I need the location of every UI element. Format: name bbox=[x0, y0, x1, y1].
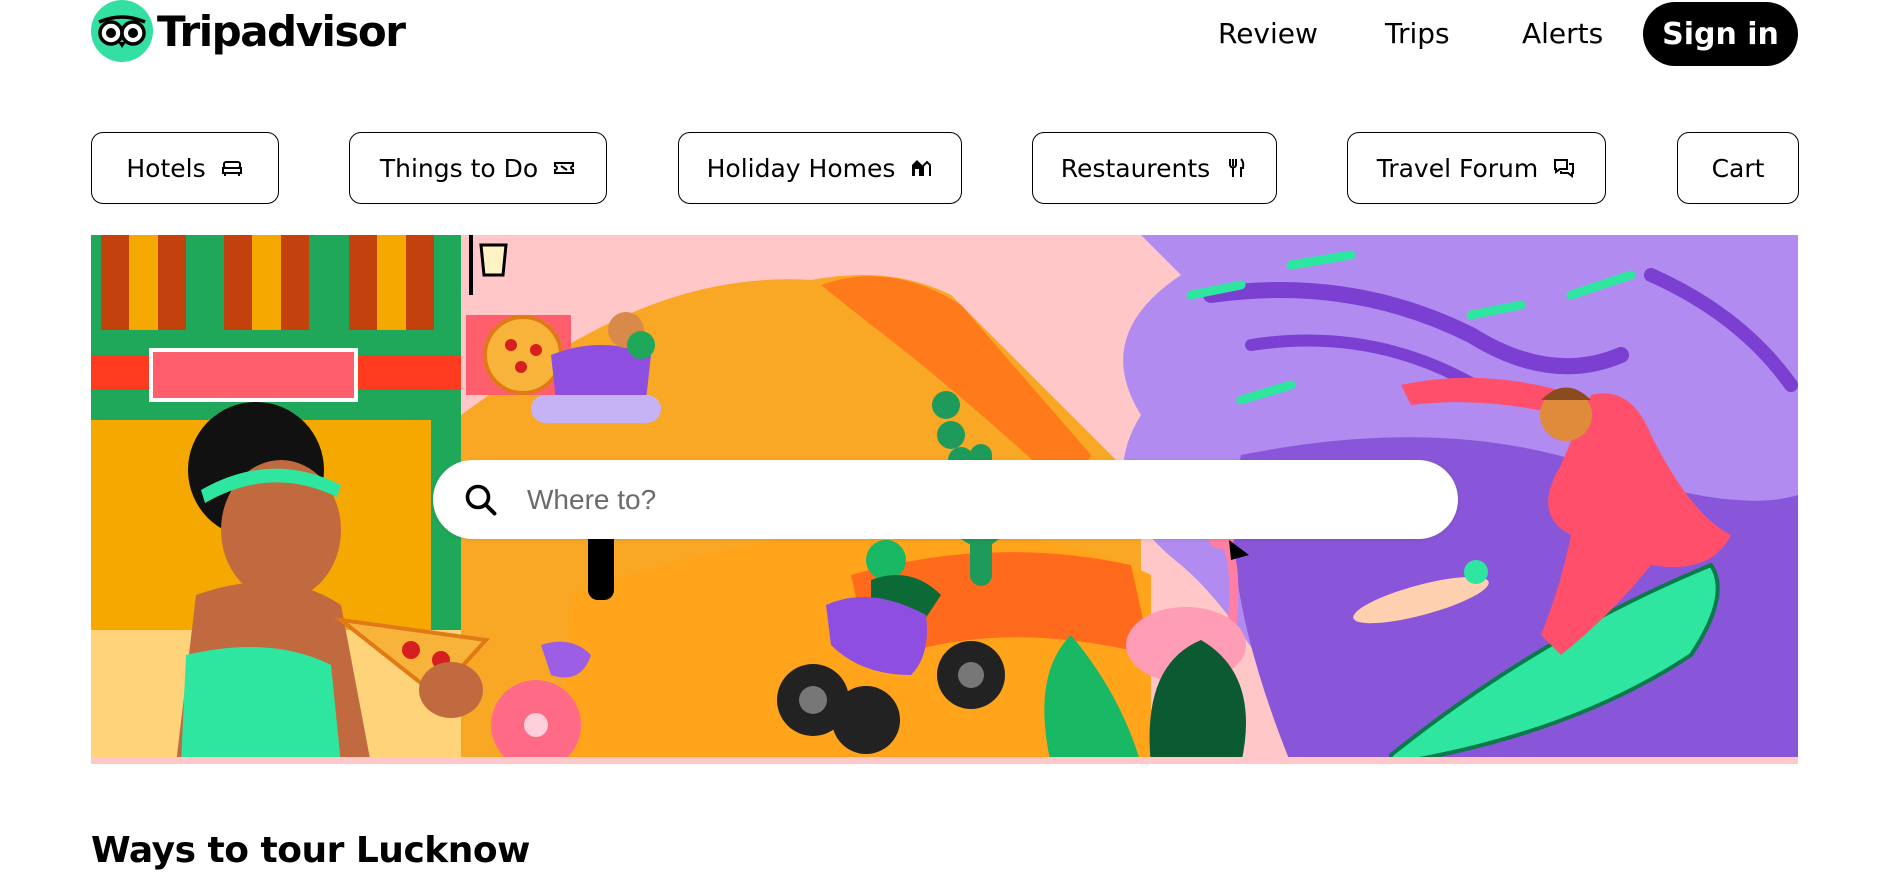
bed-icon bbox=[221, 161, 242, 176]
search-bar[interactable] bbox=[433, 460, 1458, 539]
house-icon bbox=[912, 160, 932, 176]
sign-in-button[interactable]: Sign in bbox=[1643, 2, 1798, 66]
brand-name: Tripadvisor bbox=[157, 6, 406, 56]
restaurants-tab[interactable]: Restaurents bbox=[1032, 132, 1277, 204]
trips-link[interactable]: Trips bbox=[1385, 17, 1450, 50]
tripadvisor-logo[interactable]: Tripadvisor bbox=[91, 0, 406, 62]
cart-tab[interactable]: Cart bbox=[1677, 132, 1799, 204]
search-input[interactable] bbox=[527, 483, 1377, 516]
hotels-label: Hotels bbox=[126, 153, 206, 183]
alerts-link[interactable]: Alerts bbox=[1522, 17, 1603, 50]
travel-forum-label: Travel Forum bbox=[1376, 153, 1539, 183]
ticket-icon bbox=[554, 162, 575, 174]
review-link[interactable]: Review bbox=[1218, 17, 1318, 50]
chat-icon bbox=[1554, 159, 1575, 178]
holiday-homes-label: Holiday Homes bbox=[706, 153, 896, 183]
things-to-do-label: Things to Do bbox=[379, 153, 539, 183]
cart-label: Cart bbox=[1711, 153, 1765, 183]
utensils-icon bbox=[1229, 158, 1245, 177]
holiday-homes-tab[interactable]: Holiday Homes bbox=[678, 132, 962, 204]
section-title: Ways to tour Lucknow bbox=[91, 830, 530, 871]
hero-banner bbox=[91, 235, 1798, 764]
travel-forum-tab[interactable]: Travel Forum bbox=[1347, 132, 1606, 204]
header: Tripadvisor Review Trips Alerts Sign in bbox=[0, 0, 1890, 100]
owl-logo-icon bbox=[91, 0, 153, 62]
search-icon bbox=[465, 484, 497, 515]
hotels-tab[interactable]: Hotels bbox=[91, 132, 279, 204]
restaurants-label: Restaurents bbox=[1060, 153, 1211, 183]
things-to-do-tab[interactable]: Things to Do bbox=[349, 132, 607, 204]
